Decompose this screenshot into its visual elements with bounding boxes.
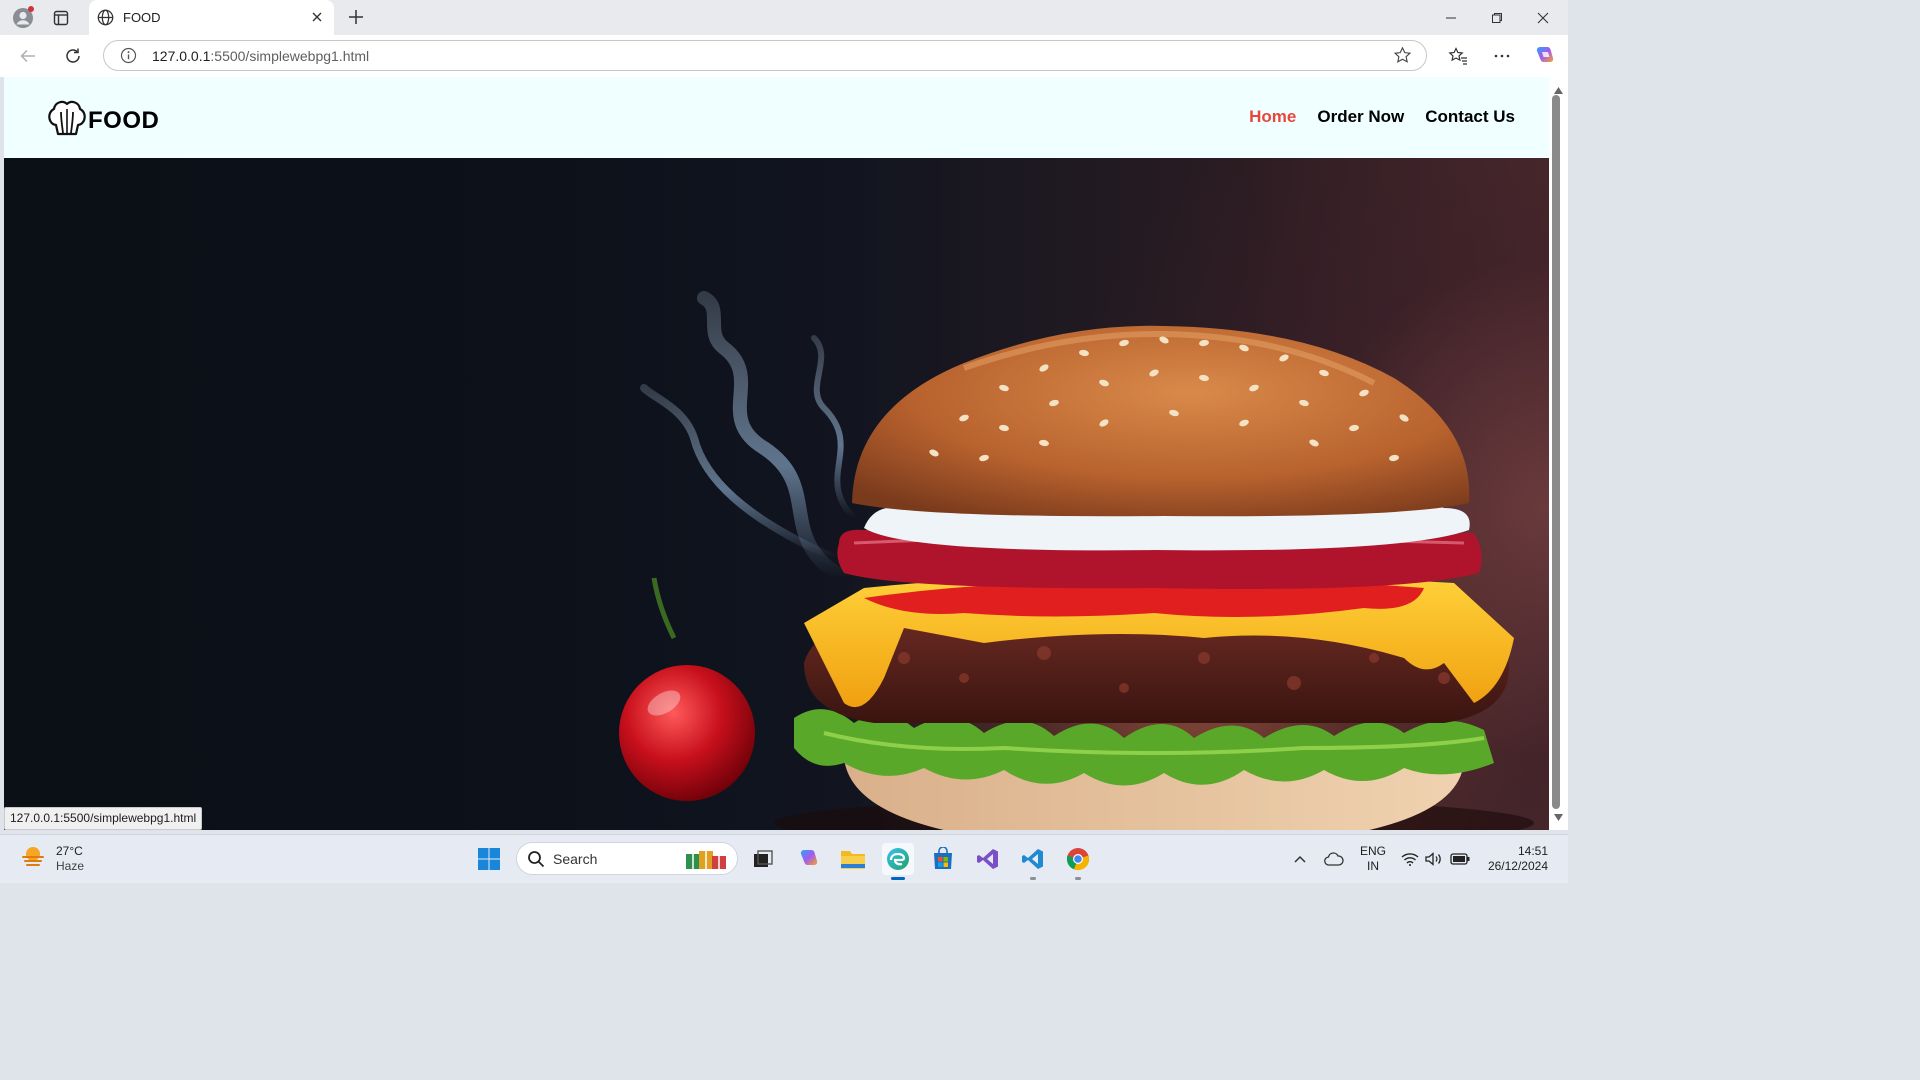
browser-titlebar: FOOD — [0, 0, 1568, 35]
link-status-url: 127.0.0.1:5500/simplewebpg1.html — [4, 807, 203, 830]
chevron-up-icon[interactable] — [1290, 843, 1310, 875]
task-view-icon[interactable] — [747, 843, 779, 875]
tab-actions-icon[interactable] — [49, 6, 73, 30]
weather-condition: Haze — [56, 858, 85, 873]
url-text: 127.0.0.1:5500/simplewebpg1.html — [152, 48, 370, 64]
site-info-icon[interactable] — [120, 47, 137, 69]
more-options-icon[interactable] — [1489, 43, 1515, 69]
vscode-icon[interactable] — [1017, 843, 1049, 880]
tab-title: FOOD — [123, 10, 161, 25]
favorite-star-icon[interactable] — [1393, 46, 1412, 70]
burger-hero-image — [619, 291, 1534, 830]
language-indicator[interactable]: ENG IN — [1360, 844, 1386, 874]
reload-icon[interactable] — [60, 43, 86, 69]
windows-start-icon[interactable] — [473, 843, 505, 875]
restore-icon[interactable] — [1474, 0, 1520, 35]
minimize-icon[interactable] — [1428, 0, 1474, 35]
favorites-icon[interactable] — [1445, 43, 1471, 69]
back-arrow-icon[interactable] — [15, 43, 41, 69]
windows-taskbar: 27°C Haze Search ENG IN 14:51 26/12/2024 — [0, 834, 1568, 883]
taskbar-search[interactable]: Search — [516, 842, 738, 875]
new-tab-icon[interactable] — [345, 6, 367, 28]
address-bar[interactable]: 127.0.0.1:5500/simplewebpg1.html — [103, 40, 1427, 71]
close-tab-icon[interactable] — [308, 8, 326, 26]
chrome-icon[interactable] — [1062, 843, 1094, 880]
edge-browser-icon[interactable] — [882, 843, 914, 880]
battery-icon[interactable] — [1450, 843, 1470, 875]
microsoft-store-icon[interactable] — [927, 843, 959, 875]
search-label: Search — [553, 851, 598, 867]
site-logo[interactable]: FOOD — [46, 99, 159, 142]
profile-icon[interactable] — [11, 6, 35, 30]
copilot-taskbar-icon[interactable] — [793, 843, 825, 875]
browser-tab[interactable]: FOOD — [89, 0, 334, 35]
close-window-icon[interactable] — [1520, 0, 1566, 35]
weather-haze-icon — [20, 843, 46, 874]
volume-icon[interactable] — [1424, 843, 1444, 875]
nav-order-now[interactable]: Order Now — [1317, 107, 1404, 127]
scrollbar-thumb[interactable] — [1552, 95, 1560, 809]
page-viewport: FOOD Home Order Now Contact Us — [4, 77, 1549, 830]
page-scrollbar[interactable] — [1549, 77, 1568, 830]
site-header: FOOD Home Order Now Contact Us — [4, 77, 1549, 158]
scroll-down-arrow-icon[interactable] — [1554, 808, 1563, 826]
file-explorer-icon[interactable] — [837, 843, 869, 875]
onedrive-cloud-icon[interactable] — [1322, 843, 1346, 875]
weather-temp: 27°C — [56, 843, 83, 858]
gift-boxes-icon — [685, 848, 731, 875]
nav-contact-us[interactable]: Contact Us — [1425, 107, 1515, 127]
weather-widget[interactable]: 27°C Haze — [20, 843, 84, 874]
search-icon — [527, 850, 545, 873]
copilot-icon[interactable] — [1532, 43, 1558, 69]
main-nav: Home Order Now Contact Us — [1249, 107, 1515, 127]
hero-banner — [4, 158, 1549, 830]
nav-home[interactable]: Home — [1249, 107, 1296, 127]
wifi-icon[interactable] — [1400, 843, 1420, 875]
browser-toolbar: 127.0.0.1:5500/simplewebpg1.html — [0, 35, 1568, 77]
chef-hat-icon — [46, 99, 88, 142]
system-clock[interactable]: 14:51 26/12/2024 — [1478, 844, 1548, 874]
globe-icon — [97, 9, 114, 31]
visual-studio-icon[interactable] — [972, 843, 1004, 875]
logo-text: FOOD — [88, 106, 160, 134]
